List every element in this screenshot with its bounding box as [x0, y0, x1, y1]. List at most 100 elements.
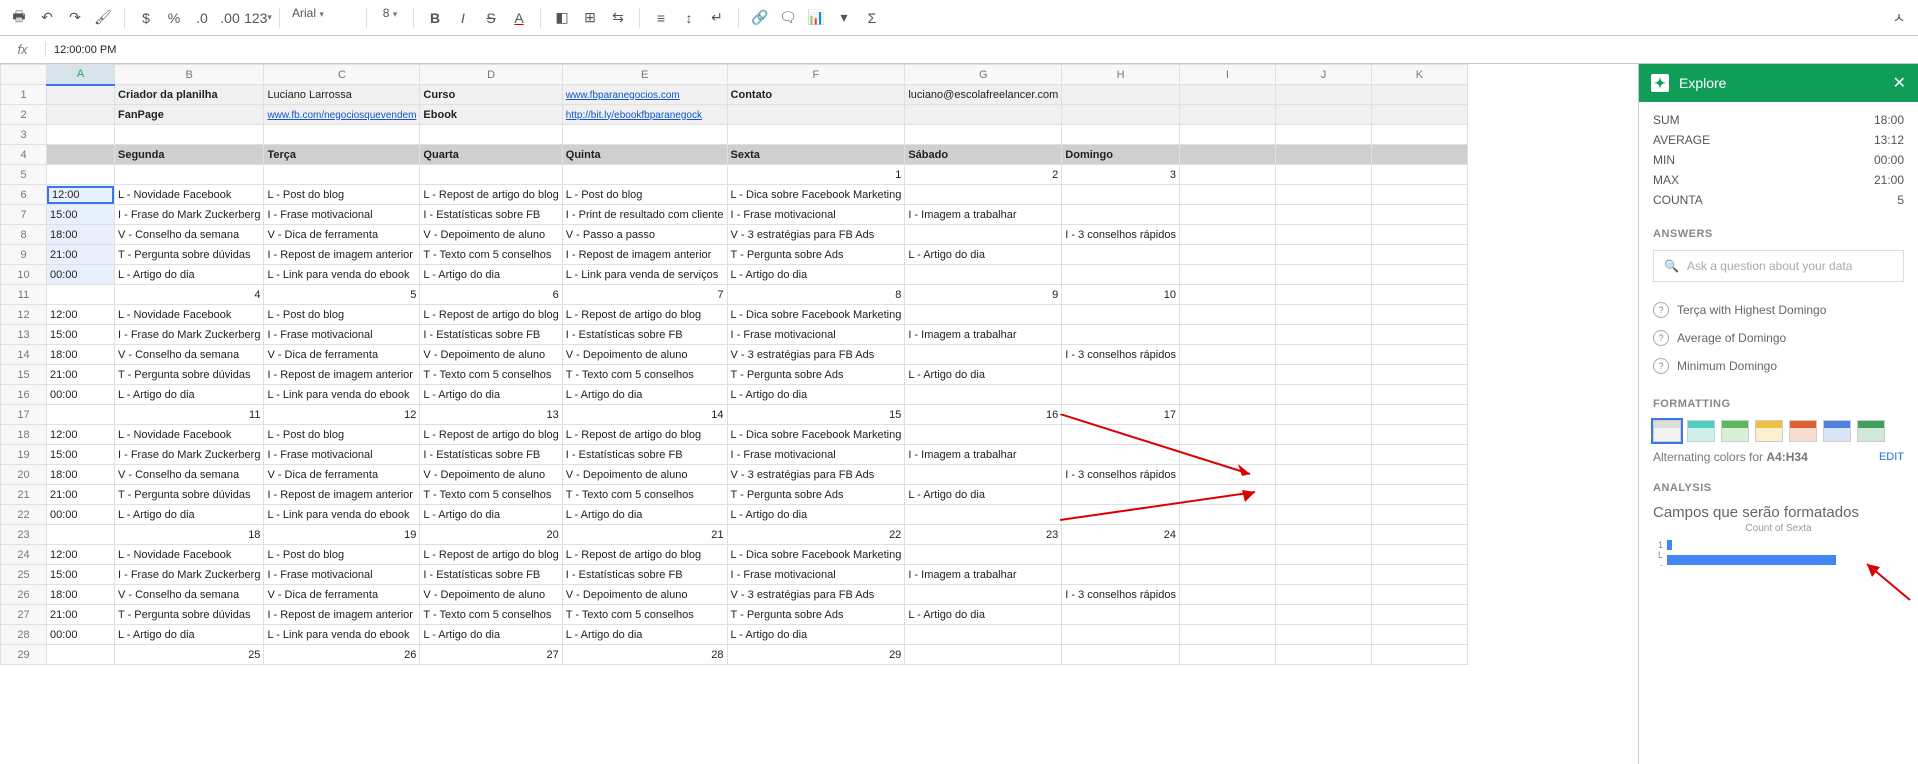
cell-K15[interactable] [1371, 365, 1467, 385]
cell-J24[interactable] [1275, 545, 1371, 565]
cell-D28[interactable]: L - Artigo do dia [420, 625, 562, 645]
cell-E15[interactable]: T - Texto com 5 conselhos [562, 365, 727, 385]
cell-F3[interactable] [727, 125, 905, 145]
cell-B10[interactable]: L - Artigo do dia [115, 265, 264, 285]
cell-F15[interactable]: T - Pergunta sobre Ads [727, 365, 905, 385]
row-header-13[interactable]: 13 [1, 325, 47, 345]
percent-icon[interactable]: % [161, 5, 187, 31]
cell-J18[interactable] [1275, 425, 1371, 445]
cell-B7[interactable]: I - Frase do Mark Zuckerberg [115, 205, 264, 225]
cell-B9[interactable]: T - Pergunta sobre dúvidas [115, 245, 264, 265]
cell-F21[interactable]: T - Pergunta sobre Ads [727, 485, 905, 505]
cell-D10[interactable]: L - Artigo do dia [420, 265, 562, 285]
cell-C29[interactable]: 26 [264, 645, 420, 665]
cell-E2[interactable]: http://bit.ly/ebookfbparanegock [562, 105, 727, 125]
cell-C13[interactable]: I - Frase motivacional [264, 325, 420, 345]
cell-K7[interactable] [1371, 205, 1467, 225]
comment-icon[interactable]: 🗨 [775, 5, 801, 31]
cell-G6[interactable] [905, 185, 1062, 205]
cell-K27[interactable] [1371, 605, 1467, 625]
cell-H13[interactable] [1062, 325, 1180, 345]
cell-A29[interactable] [47, 645, 115, 665]
cell-A18[interactable]: 12:00 [47, 425, 115, 445]
cell-I10[interactable] [1179, 265, 1275, 285]
cell-C24[interactable]: L - Post do blog [264, 545, 420, 565]
row-header-4[interactable]: 4 [1, 145, 47, 165]
cell-E16[interactable]: L - Artigo do dia [562, 385, 727, 405]
cell-F1[interactable]: Contato [727, 85, 905, 105]
row-header-27[interactable]: 27 [1, 605, 47, 625]
cell-K22[interactable] [1371, 505, 1467, 525]
cell-E18[interactable]: L - Repost de artigo do blog [562, 425, 727, 445]
cell-A28[interactable]: 00:00 [47, 625, 115, 645]
cell-K11[interactable] [1371, 285, 1467, 305]
cell-J15[interactable] [1275, 365, 1371, 385]
cell-G28[interactable] [905, 625, 1062, 645]
cell-E11[interactable]: 7 [562, 285, 727, 305]
cell-I13[interactable] [1179, 325, 1275, 345]
cell-G22[interactable] [905, 505, 1062, 525]
cell-I16[interactable] [1179, 385, 1275, 405]
cell-H7[interactable] [1062, 205, 1180, 225]
cell-F2[interactable] [727, 105, 905, 125]
link-icon[interactable]: 🔗 [747, 5, 773, 31]
cell-E6[interactable]: L - Post do blog [562, 185, 727, 205]
cell-C10[interactable]: L - Link para venda do ebook [264, 265, 420, 285]
cell-G14[interactable] [905, 345, 1062, 365]
cell-F4[interactable]: Sexta [727, 145, 905, 165]
text-color-icon[interactable]: A [506, 5, 532, 31]
cell-K10[interactable] [1371, 265, 1467, 285]
cell-F7[interactable]: I - Frase motivacional [727, 205, 905, 225]
cell-H29[interactable] [1062, 645, 1180, 665]
row-header-14[interactable]: 14 [1, 345, 47, 365]
cell-B20[interactable]: V - Conselho da semana [115, 465, 264, 485]
bold-icon[interactable]: B [422, 5, 448, 31]
cell-K16[interactable] [1371, 385, 1467, 405]
cell-H24[interactable] [1062, 545, 1180, 565]
cell-G16[interactable] [905, 385, 1062, 405]
cell-B4[interactable]: Segunda [115, 145, 264, 165]
cell-E10[interactable]: L - Link para venda de serviços [562, 265, 727, 285]
cell-D27[interactable]: T - Texto com 5 conselhos [420, 605, 562, 625]
row-header-29[interactable]: 29 [1, 645, 47, 665]
cell-F9[interactable]: T - Pergunta sobre Ads [727, 245, 905, 265]
cell-J10[interactable] [1275, 265, 1371, 285]
currency-icon[interactable]: $ [133, 5, 159, 31]
cell-J6[interactable] [1275, 185, 1371, 205]
cell-G25[interactable]: I - Imagem a trabalhar [905, 565, 1062, 585]
cell-G9[interactable]: L - Artigo do dia [905, 245, 1062, 265]
col-header-D[interactable]: D [420, 65, 562, 85]
cell-A7[interactable]: 15:00 [47, 205, 115, 225]
cell-I6[interactable] [1179, 185, 1275, 205]
cell-H20[interactable]: I - 3 conselhos rápidos [1062, 465, 1180, 485]
cell-K13[interactable] [1371, 325, 1467, 345]
cell-G24[interactable] [905, 545, 1062, 565]
undo-icon[interactable]: ↶ [34, 5, 60, 31]
row-header-20[interactable]: 20 [1, 465, 47, 485]
cell-F19[interactable]: I - Frase motivacional [727, 445, 905, 465]
cell-E7[interactable]: I - Print de resultado com cliente [562, 205, 727, 225]
col-header-I[interactable]: I [1179, 65, 1275, 85]
cell-H6[interactable] [1062, 185, 1180, 205]
row-header-25[interactable]: 25 [1, 565, 47, 585]
cell-I8[interactable] [1179, 225, 1275, 245]
row-header-6[interactable]: 6 [1, 185, 47, 205]
cell-G29[interactable] [905, 645, 1062, 665]
cell-B13[interactable]: I - Frase do Mark Zuckerberg [115, 325, 264, 345]
cell-I27[interactable] [1179, 605, 1275, 625]
filter-icon[interactable]: ▾ [831, 5, 857, 31]
cell-K2[interactable] [1371, 105, 1467, 125]
swatch-blue[interactable] [1823, 420, 1851, 442]
cell-A25[interactable]: 15:00 [47, 565, 115, 585]
row-header-3[interactable]: 3 [1, 125, 47, 145]
col-header-G[interactable]: G [905, 65, 1062, 85]
row-header-11[interactable]: 11 [1, 285, 47, 305]
cell-H14[interactable]: I - 3 conselhos rápidos [1062, 345, 1180, 365]
cell-D3[interactable] [420, 125, 562, 145]
cell-K12[interactable] [1371, 305, 1467, 325]
cell-D13[interactable]: I - Estatísticas sobre FB [420, 325, 562, 345]
cell-F22[interactable]: L - Artigo do dia [727, 505, 905, 525]
cell-H18[interactable] [1062, 425, 1180, 445]
col-header-A[interactable]: A [47, 65, 115, 85]
cell-B24[interactable]: L - Novidade Facebook [115, 545, 264, 565]
